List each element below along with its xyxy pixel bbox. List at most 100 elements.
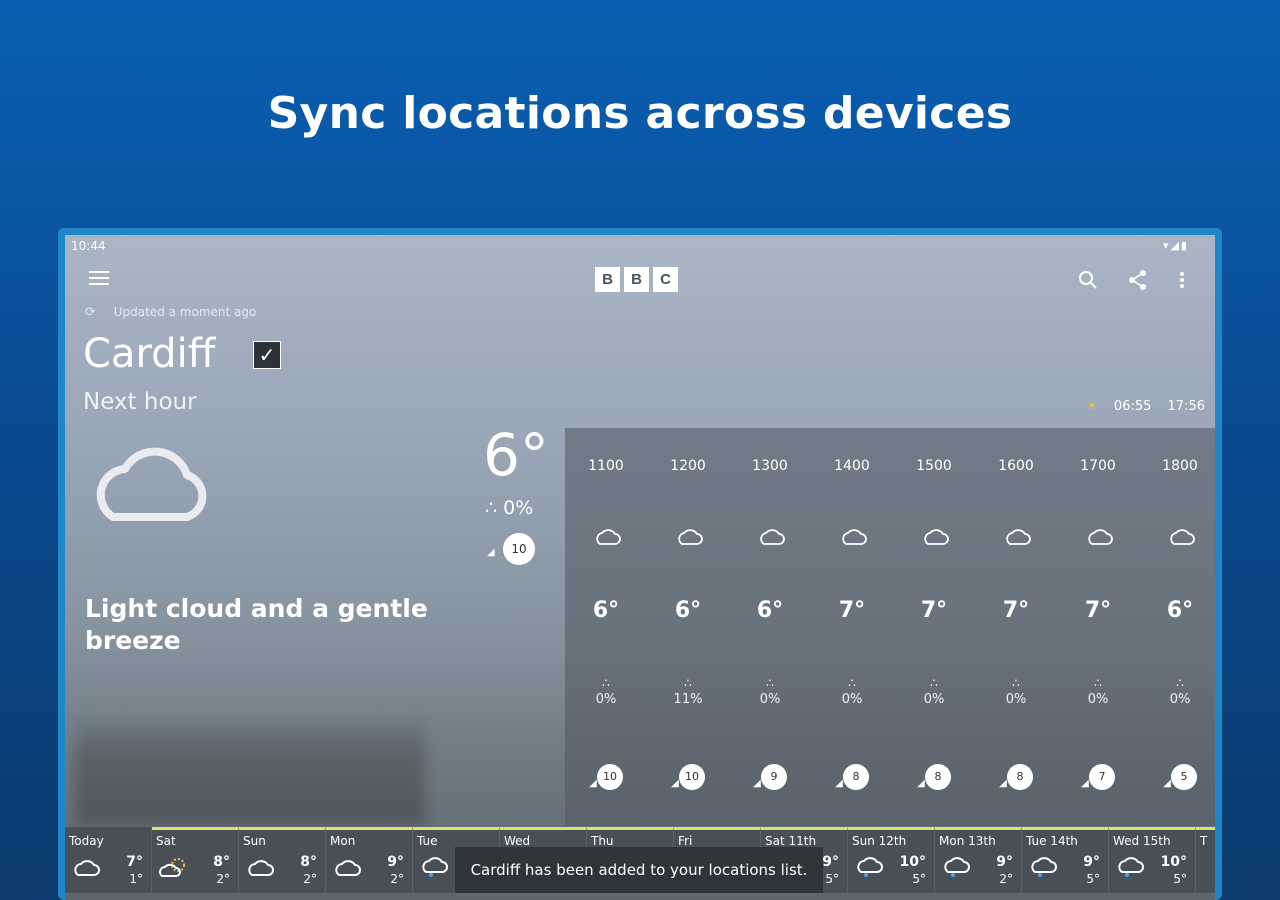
day-name: Mon 13th xyxy=(939,834,996,848)
hour-time: 1600 xyxy=(998,458,1034,474)
day-name: Wed xyxy=(504,834,531,848)
day-high: 9° xyxy=(1083,854,1100,870)
hour-time: 1200 xyxy=(670,458,706,474)
status-icons: ▾◢▮ xyxy=(1162,239,1189,252)
day-high: 10° xyxy=(899,854,926,870)
hour-temperature: 7° xyxy=(920,598,948,623)
hourly-forecast[interactable]: 1100 6° ∴ 0% ◢ 10 1200 6° ∴ 11% ◢ 10 1300 6° ∴ 0% ◢ 9 1400… xyxy=(565,428,1215,826)
day-column[interactable]: Today 7° 1° xyxy=(65,827,152,893)
cloud-icon xyxy=(332,856,362,878)
hour-column[interactable]: 1200 6° ∴ 11% ◢ 10 xyxy=(647,428,729,826)
day-name: T xyxy=(1200,834,1208,848)
hour-wind: ◢ 5 xyxy=(1161,764,1197,794)
day-high: 10° xyxy=(1160,854,1187,870)
cloud-icon xyxy=(921,526,949,546)
hour-precipitation: 0% xyxy=(595,692,617,707)
city-name: Cardiff xyxy=(83,331,216,377)
day-name: Sun 12th xyxy=(852,834,907,848)
menu-icon[interactable] xyxy=(89,271,109,287)
raindrops-icon: ∴ xyxy=(1094,676,1102,690)
hour-temperature: 6° xyxy=(1166,598,1194,623)
day-name: Today xyxy=(69,834,104,848)
precip-value: 0% xyxy=(503,497,534,519)
raindrops-icon: ∴ xyxy=(1176,676,1184,690)
refresh-icon[interactable]: ⟳ xyxy=(85,305,96,320)
hour-wind: ◢ 7 xyxy=(1079,764,1115,794)
tablet-frame: 10:44 ▾◢▮ B B C ⟳ Updated a moment ago C… xyxy=(58,228,1222,900)
raindrops-icon: ∴ xyxy=(1012,676,1020,690)
cloud-icon xyxy=(593,526,621,546)
toast-message: Cardiff has been added to your locations… xyxy=(455,847,823,893)
day-high: 9° xyxy=(996,854,1013,870)
top-actions xyxy=(1077,269,1199,291)
wind-speed: 8 xyxy=(925,764,951,790)
day-high: 8° xyxy=(300,854,317,870)
share-icon[interactable] xyxy=(1127,269,1149,291)
hour-wind: ◢ 8 xyxy=(997,764,1033,794)
hour-wind: ◢ 10 xyxy=(669,764,705,794)
sunrise-icon: ☀ xyxy=(1086,399,1098,414)
bbc-logo: B B C xyxy=(595,267,678,292)
raindrops-icon: ∴ xyxy=(848,676,856,690)
day-column[interactable]: Sun 12th 10° 5° xyxy=(848,827,935,893)
weather-description: Light cloud and a gentle breeze xyxy=(85,594,428,655)
day-column[interactable]: Wed 15th 10° 5° xyxy=(1109,827,1196,893)
day-column[interactable]: Sun 8° 2° xyxy=(239,827,326,893)
hour-temperature: 7° xyxy=(1084,598,1112,623)
wind-speed: 8 xyxy=(843,764,869,790)
logo-letter: B xyxy=(595,267,620,292)
hour-column[interactable]: 1100 6° ∴ 0% ◢ 10 xyxy=(565,428,647,826)
raindrops-icon: ∴ xyxy=(930,676,938,690)
wind-speed: 8 xyxy=(1007,764,1033,790)
search-icon[interactable] xyxy=(1077,269,1099,291)
day-high: 9° xyxy=(822,854,839,870)
wind-speed: 10 xyxy=(597,764,623,790)
day-low: 5° xyxy=(825,872,839,886)
day-column[interactable]: Mon 13th 9° 2° xyxy=(935,827,1022,893)
hour-column[interactable]: 1500 7° ∴ 0% ◢ 8 xyxy=(893,428,975,826)
hour-time: 1100 xyxy=(588,458,624,474)
rain-cloud-icon xyxy=(419,856,449,878)
day-column[interactable]: Tue 14th 9° 5° xyxy=(1022,827,1109,893)
hour-precipitation: 0% xyxy=(1005,692,1027,707)
hour-column[interactable]: 1600 7° ∴ 0% ◢ 8 xyxy=(975,428,1057,826)
location-checkbox[interactable]: ✓ xyxy=(253,341,281,369)
day-low: 5° xyxy=(912,872,926,886)
updated-status: ⟳ Updated a moment ago xyxy=(85,305,256,320)
wind-speed: 7 xyxy=(1089,764,1115,790)
day-name: Sun xyxy=(243,834,266,848)
day-high: 7° xyxy=(126,854,143,870)
hour-column[interactable]: 1300 6° ∴ 0% ◢ 9 xyxy=(729,428,811,826)
current-temperature: 6° xyxy=(483,421,549,489)
day-name: Tue 14th xyxy=(1026,834,1078,848)
day-name: Mon xyxy=(330,834,356,848)
rain-cloud-icon xyxy=(1115,856,1145,878)
cloud-icon xyxy=(83,443,213,523)
hour-temperature: 6° xyxy=(756,598,784,623)
sun-cloud-icon xyxy=(158,856,188,878)
day-column[interactable]: Mon 9° 2° xyxy=(326,827,413,893)
hour-column[interactable]: 1800 6° ∴ 0% ◢ 5 xyxy=(1139,428,1215,826)
more-options-icon[interactable] xyxy=(1177,269,1199,291)
rain-cloud-icon xyxy=(1028,856,1058,878)
cloud-icon xyxy=(1167,526,1195,546)
hour-column[interactable]: 1400 7° ∴ 0% ◢ 8 xyxy=(811,428,893,826)
day-column[interactable]: T xyxy=(1196,827,1215,893)
day-name: Sat xyxy=(156,834,176,848)
hour-precipitation: 0% xyxy=(1087,692,1109,707)
day-high: 8° xyxy=(213,854,230,870)
day-name: Sat 11th xyxy=(765,834,817,848)
day-low: 2° xyxy=(999,872,1013,886)
hour-wind: ◢ 10 xyxy=(587,764,623,794)
cloud-icon xyxy=(675,526,703,546)
status-bar: 10:44 ▾◢▮ xyxy=(65,235,1215,257)
background-building xyxy=(75,715,425,825)
hour-time: 1800 xyxy=(1162,458,1198,474)
day-name: Thu xyxy=(591,834,614,848)
day-column[interactable]: Sat 8° 2° xyxy=(152,827,239,893)
next-hour-label: Next hour xyxy=(83,389,197,415)
hour-temperature: 7° xyxy=(838,598,866,623)
hour-column[interactable]: 1700 7° ∴ 0% ◢ 7 xyxy=(1057,428,1139,826)
updated-text: Updated a moment ago xyxy=(113,305,257,319)
headline: Sync locations across devices xyxy=(267,88,1013,139)
